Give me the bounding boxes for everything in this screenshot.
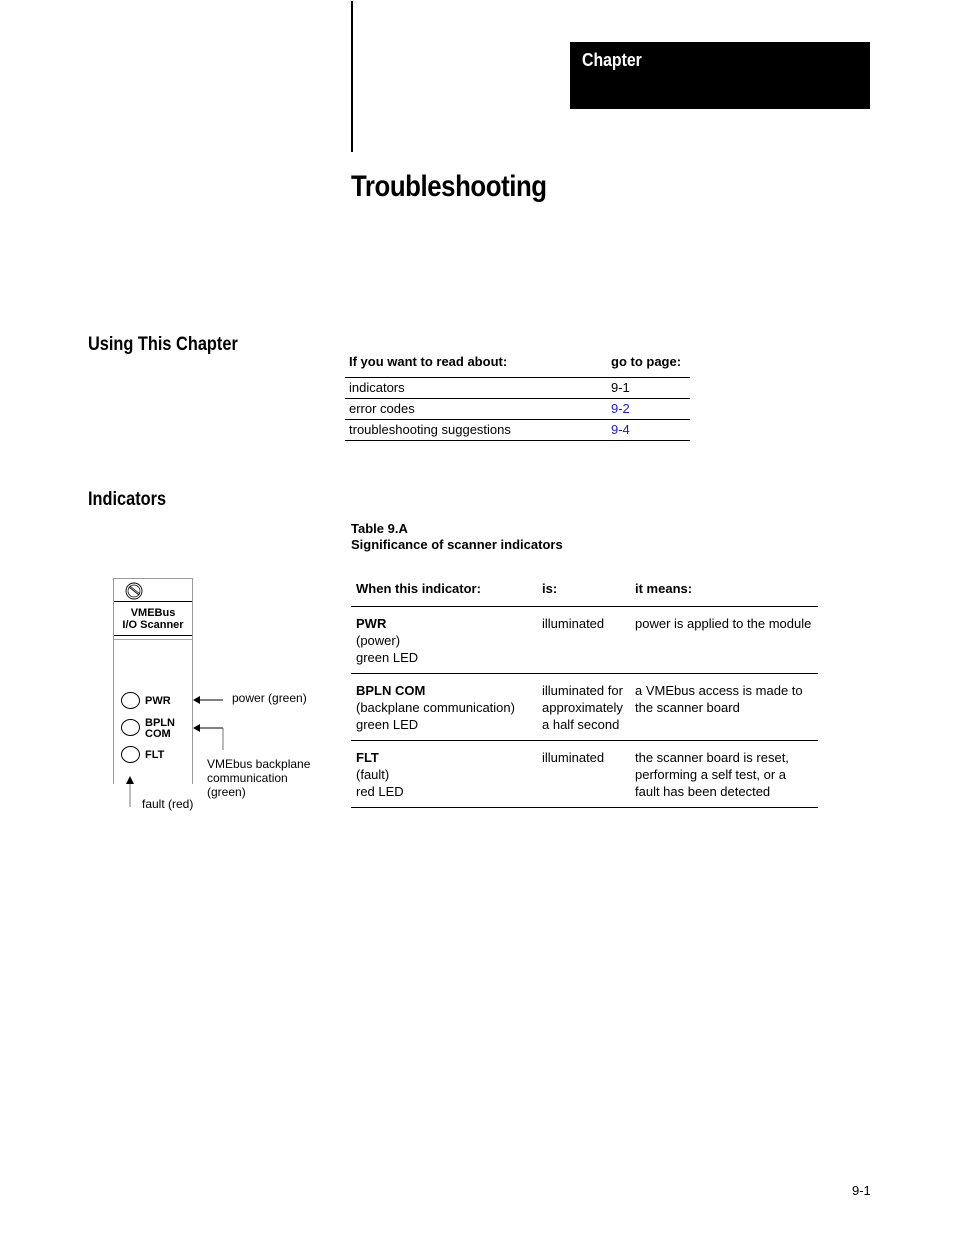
column-header: When this indicator:	[351, 580, 537, 607]
page-number: 9-1	[852, 1183, 871, 1198]
fault-annotation: fault (red)	[142, 797, 194, 811]
table-row: PWR (power) green LED illuminated power …	[351, 606, 818, 674]
state-cell: illuminated for approximately a half sec…	[537, 673, 630, 741]
topic-cell: troubleshooting suggestions	[345, 419, 607, 441]
column-header: is:	[537, 580, 630, 607]
indicator-name: BPLN COM	[356, 683, 426, 698]
flt-led-label: FLT	[145, 749, 165, 761]
table-row: FLT (fault) red LED illuminated the scan…	[351, 740, 818, 808]
module-cap	[114, 579, 192, 602]
backplane-annotation: VMEbus backplane communication (green)	[207, 757, 310, 799]
pwr-led-label: PWR	[145, 695, 171, 707]
chapter-contents-table: If you want to read about: go to page: i…	[345, 352, 690, 441]
indicator-cell: PWR (power) green LED	[351, 606, 537, 674]
table-number: Table 9.A	[351, 521, 408, 536]
indicator-desc: (power)	[356, 633, 401, 648]
screw-icon	[125, 582, 143, 600]
column-header: go to page:	[607, 352, 690, 378]
page-link[interactable]: 9-4	[611, 422, 630, 437]
topic-cell: error codes	[345, 398, 607, 420]
power-annotation: power (green)	[232, 691, 307, 705]
indicator-significance-table: When this indicator: is: it means: PWR (…	[351, 580, 818, 808]
table-header-row: If you want to read about: go to page:	[345, 352, 690, 378]
indicator-desc: (fault)	[356, 767, 390, 782]
table-row: indicators 9-1	[345, 377, 690, 399]
module-name-line: I/O Scanner	[122, 619, 184, 631]
flt-led-icon	[121, 746, 140, 763]
annotation-line: (green)	[207, 785, 246, 799]
column-header: it means:	[630, 580, 818, 607]
annotation-line: communication	[207, 771, 288, 785]
page-link[interactable]: 9-2	[611, 401, 630, 416]
state-cell: illuminated	[537, 606, 630, 674]
topic-cell: indicators	[345, 377, 607, 399]
page-title: Troubleshooting	[351, 170, 547, 203]
meaning-cell: power is applied to the module	[630, 606, 818, 674]
indicator-led: red LED	[356, 784, 404, 799]
table-row: troubleshooting suggestions 9-4	[345, 419, 690, 441]
indicator-desc: (backplane communication)	[356, 700, 515, 715]
table-row: BPLN COM (backplane communication) green…	[351, 673, 818, 741]
bpln-com-led-label: BPLN COM	[145, 718, 175, 740]
indicator-name: PWR	[356, 616, 387, 631]
meaning-cell: the scanner board is reset, performing a…	[630, 740, 818, 808]
chapter-label: Chapter	[582, 50, 642, 70]
indicator-led: green LED	[356, 717, 419, 732]
indicator-cell: BPLN COM (backplane communication) green…	[351, 673, 537, 741]
power-arrow-icon	[193, 696, 223, 704]
meaning-cell: a VMEbus access is made to the scanner b…	[630, 673, 818, 741]
state-cell: illuminated	[537, 740, 630, 808]
led-label-line: COM	[145, 728, 171, 740]
indicator-led: green LED	[356, 650, 419, 665]
indicator-name: FLT	[356, 750, 379, 765]
section-heading-indicators: Indicators	[88, 489, 167, 510]
margin-rule	[351, 1, 353, 152]
pwr-led-icon	[121, 692, 140, 709]
table-title: Significance of scanner indicators	[351, 537, 563, 552]
backplane-arrow-icon	[193, 724, 224, 750]
page-cell: 9-1	[607, 377, 690, 399]
table-row: error codes 9-2	[345, 398, 690, 420]
annotation-line: VMEbus backplane	[207, 757, 311, 771]
indicator-cell: FLT (fault) red LED	[351, 740, 537, 808]
module-name: VMEBus I/O Scanner	[114, 602, 192, 636]
column-header: If you want to read about:	[345, 352, 607, 378]
module-separator	[114, 636, 192, 640]
bpln-com-led-icon	[121, 719, 140, 736]
module-name-line: VMEBus	[130, 607, 176, 619]
chapter-tab: Chapter	[570, 42, 870, 109]
section-heading-using-this-chapter: Using This Chapter	[88, 334, 238, 355]
table-caption: Table 9.A Significance of scanner indica…	[351, 521, 563, 553]
table-header-row: When this indicator: is: it means:	[351, 580, 818, 607]
